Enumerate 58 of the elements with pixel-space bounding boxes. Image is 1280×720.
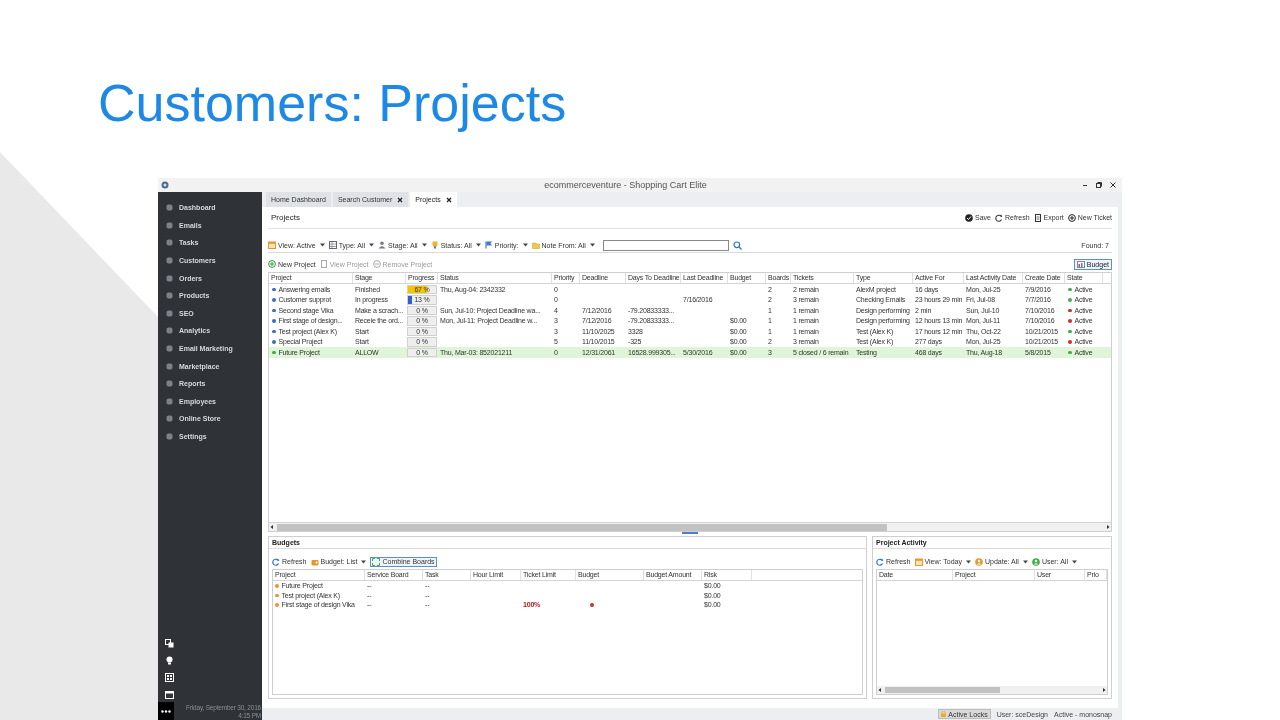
windows-icon [165,639,174,648]
grid-icon [165,673,174,682]
document-icon [319,260,328,268]
slide-title: Customers: Projects [98,73,567,134]
caret-icon [369,243,375,247]
caret-icon [522,243,528,247]
page-title: Projects [270,212,300,223]
app-icon [161,181,169,189]
splitter-handle[interactable] [682,532,698,534]
person-icon [378,241,387,249]
refresh-icon [272,557,280,566]
scroll-left-icon [877,687,883,693]
restore-icon [1096,182,1102,188]
calendar-icon [165,690,174,699]
caret-icon [1071,559,1077,564]
person-icon [975,557,983,566]
caret-icon [475,243,481,247]
refresh-icon [995,213,1003,222]
refresh-icon [876,557,884,566]
horizontal-scrollbar[interactable] [269,522,1111,531]
more-icon [161,709,171,713]
calendar-icon [268,241,276,249]
minimize-icon [1082,182,1088,188]
wallet-icon [310,557,319,566]
table-icon [328,241,337,249]
close-icon [397,196,404,203]
trophy-icon [430,241,439,249]
scroll-right-icon [1101,687,1107,693]
lock-icon [941,711,947,717]
scroll-left-icon [269,524,275,530]
close-icon [1110,182,1116,188]
plus-circle-icon [268,260,276,268]
expand-icon [372,557,381,566]
window-title: ecommerceventure - Shopping Cart Elite [544,179,707,191]
flag-icon [484,241,493,249]
search-icon [732,240,742,250]
caret-icon [966,559,971,564]
scroll-right-icon [1105,524,1111,530]
lightbulb-icon [165,656,174,665]
caret-icon [361,559,367,564]
plus-circle-icon [1067,213,1076,222]
search-field[interactable] [602,239,729,251]
check-circle-icon [965,213,974,222]
close-icon [445,196,452,203]
caret-icon [319,243,325,247]
folder-icon [531,241,540,249]
document-icon [1033,213,1042,222]
caret-icon [1022,559,1028,564]
scrollbar-thumb[interactable] [885,687,1000,693]
horizontal-scrollbar[interactable] [877,686,1107,694]
calendar-icon [914,557,923,566]
person-icon [1031,557,1040,566]
more-button[interactable] [158,702,174,720]
caret-icon [589,243,595,247]
chart-icon [1076,260,1085,268]
minus-circle-icon [372,260,381,268]
scrollbar-thumb[interactable] [277,523,887,531]
caret-icon [421,243,427,247]
